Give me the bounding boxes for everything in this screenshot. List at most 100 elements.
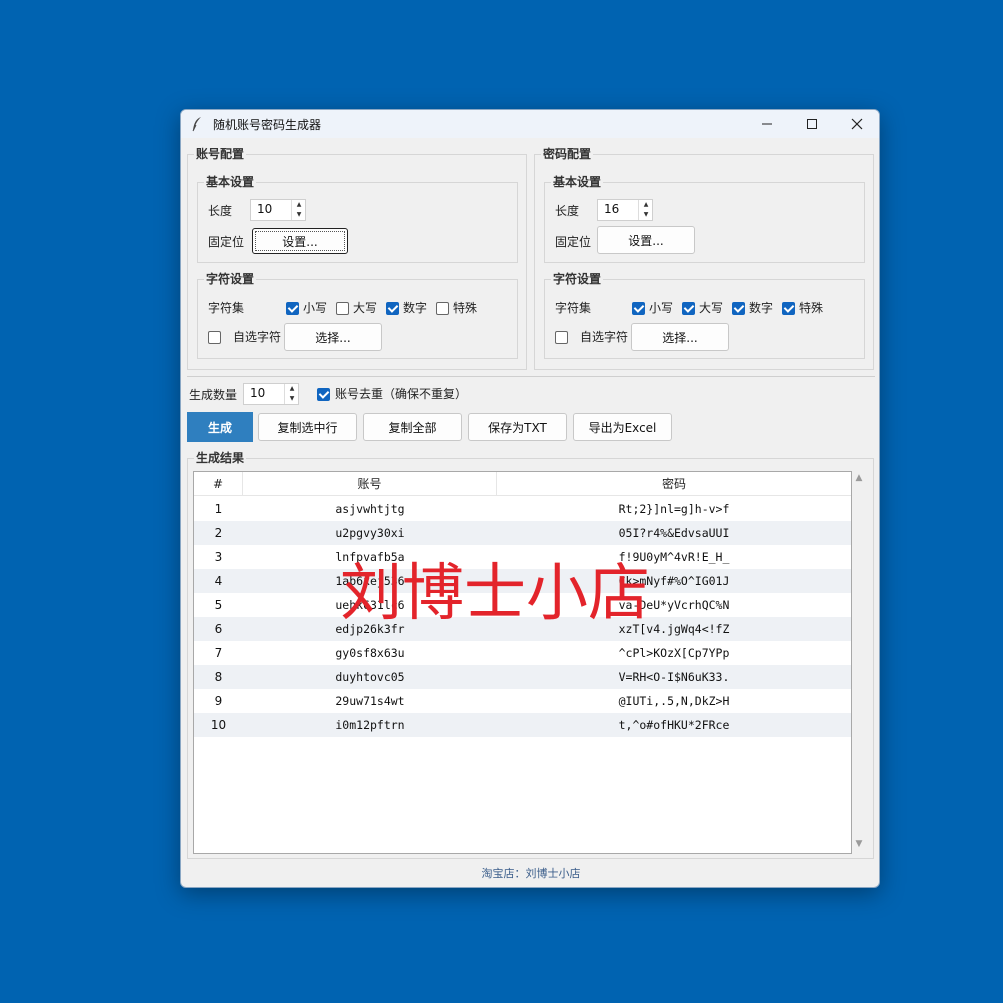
row-index: 7: [214, 646, 223, 660]
account-length-spinbox[interactable]: 10 ▲ ▼: [250, 199, 306, 221]
scroll-down-icon[interactable]: ▼: [854, 839, 864, 849]
table-row[interactable]: 8 duyhtovc05 V=RH<O-I$N6uK33.: [194, 665, 851, 689]
password-basic-group: 基本设置 长度 16 ▲ ▼ 固定位 设置...: [544, 174, 865, 263]
account-custom-label: 自选字符: [233, 330, 282, 344]
scroll-up-icon[interactable]: ▲: [854, 473, 864, 483]
app-window: 随机账号密码生成器 账号配置 基本设置 长度 10 ▲ ▼ 固定位 设置...: [180, 109, 880, 888]
account-lower-checkbox[interactable]: [286, 302, 299, 315]
row-account: 29uw71s4wt: [335, 694, 405, 708]
account-fixed-button[interactable]: 设置...: [252, 228, 348, 254]
copy-selected-button[interactable]: 复制选中行: [258, 413, 357, 441]
password-digit-label: 数字: [749, 301, 774, 315]
password-fixed-button[interactable]: 设置...: [597, 226, 695, 254]
account-choose-button[interactable]: 选择...: [284, 323, 382, 351]
table-row[interactable]: 2 u2pgvy30xi 05I?r4%&EdvsaUUI: [194, 521, 851, 545]
copy-all-button[interactable]: 复制全部: [363, 413, 462, 441]
password-basic-title: 基本设置: [551, 174, 604, 190]
window-title: 随机账号密码生成器: [213, 117, 322, 132]
spin-up-icon[interactable]: ▲: [292, 200, 306, 210]
spin-down-icon[interactable]: ▼: [639, 210, 653, 220]
table-row[interactable]: 1 asjvwhtjtg Rt;2}]nl=g]h-v>f: [194, 497, 851, 521]
spin-down-icon[interactable]: ▼: [292, 210, 306, 220]
row-password: 05I?r4%&EdvsaUUI: [618, 526, 730, 540]
account-special-checkbox[interactable]: [436, 302, 449, 315]
row-index: 4: [214, 574, 223, 588]
account-upper-label: 大写: [353, 301, 378, 315]
close-icon: [851, 118, 863, 130]
row-password: ^cPl>KOzX[Cp7YPp: [618, 646, 730, 660]
spin-up-icon[interactable]: ▲: [285, 384, 299, 394]
save-txt-button[interactable]: 保存为TXT: [468, 413, 567, 441]
account-fixed-label: 固定位: [208, 235, 245, 249]
row-account: asjvwhtjtg: [335, 502, 405, 516]
results-title: 生成结果: [194, 450, 247, 466]
password-special-checkbox[interactable]: [782, 302, 795, 315]
password-config-group: 密码配置 基本设置 长度 16 ▲ ▼ 固定位 设置... 字符设置 字符集 小…: [534, 146, 874, 370]
maximize-button[interactable]: [789, 110, 835, 138]
account-config-title: 账号配置: [194, 146, 247, 162]
password-special-label: 特殊: [799, 301, 824, 315]
title-bar[interactable]: 随机账号密码生成器: [181, 110, 879, 138]
count-label: 生成数量: [189, 388, 238, 402]
password-length-spinbox[interactable]: 16 ▲ ▼: [597, 199, 653, 221]
row-account: duyhtovc05: [335, 670, 405, 684]
account-basic-group: 基本设置 长度 10 ▲ ▼ 固定位 设置...: [197, 174, 518, 263]
table-row[interactable]: 9 29uw71s4wt @IUTi,.5,N,DkZ>H: [194, 689, 851, 713]
password-upper-checkbox[interactable]: [682, 302, 695, 315]
feather-icon: [191, 116, 205, 132]
row-index: 3: [214, 550, 223, 564]
row-index: 8: [214, 670, 223, 684]
password-char-group: 字符设置 字符集 小写 大写 数字 特殊 自选字符 选择...: [544, 271, 865, 359]
password-char-title: 字符设置: [551, 271, 604, 287]
password-choose-button[interactable]: 选择...: [631, 323, 729, 351]
password-length-value: 16: [604, 202, 620, 216]
row-password: V=RH<O-I$N6uK33.: [618, 670, 730, 684]
row-account: gy0sf8x63u: [335, 646, 405, 660]
password-digit-checkbox[interactable]: [732, 302, 745, 315]
generate-button[interactable]: 生成: [187, 412, 253, 442]
account-length-value: 10: [257, 202, 273, 216]
minimize-button[interactable]: [744, 110, 790, 138]
column-header-password[interactable]: 密码: [497, 472, 851, 496]
account-upper-checkbox[interactable]: [336, 302, 349, 315]
account-config-group: 账号配置 基本设置 长度 10 ▲ ▼ 固定位 设置... 字符设置 字符集 小…: [187, 146, 527, 370]
password-length-label: 长度: [555, 204, 580, 218]
password-fixed-label: 固定位: [555, 235, 592, 249]
account-digit-checkbox[interactable]: [386, 302, 399, 315]
account-lower-label: 小写: [303, 301, 328, 315]
row-index: 2: [214, 526, 223, 540]
table-row[interactable]: 7 gy0sf8x63u ^cPl>KOzX[Cp7YPp: [194, 641, 851, 665]
vertical-scrollbar[interactable]: ▲ ▼: [852, 471, 866, 854]
close-button[interactable]: [834, 110, 879, 138]
table-row[interactable]: 10 i0m12pftrn t,^o#ofHKU*2FRce: [194, 713, 851, 737]
password-custom-label: 自选字符: [580, 330, 629, 344]
row-index: 1: [214, 502, 223, 516]
row-password: t,^o#ofHKU*2FRce: [618, 718, 730, 732]
row-account: u2pgvy30xi: [335, 526, 405, 540]
account-custom-checkbox[interactable]: [208, 331, 221, 344]
divider: [187, 376, 875, 377]
password-upper-label: 大写: [699, 301, 724, 315]
account-length-label: 长度: [208, 204, 233, 218]
row-index: 9: [214, 694, 223, 708]
row-index: 6: [214, 622, 223, 636]
dedupe-checkbox[interactable]: [317, 388, 330, 401]
column-header-account[interactable]: 账号: [243, 472, 497, 496]
spin-down-icon[interactable]: ▼: [285, 394, 299, 404]
results-table: # 账号 密码 1 asjvwhtjtg Rt;2}]nl=g]h-v>f 2 u2pg…: [193, 471, 852, 854]
export-excel-button[interactable]: 导出为Excel: [573, 413, 672, 441]
column-header-index[interactable]: #: [194, 472, 243, 496]
table-header: # 账号 密码: [194, 472, 851, 496]
spin-up-icon[interactable]: ▲: [639, 200, 653, 210]
password-config-title: 密码配置: [541, 146, 594, 162]
row-account: i0m12pftrn: [335, 718, 405, 732]
password-charset-label: 字符集: [555, 301, 592, 315]
watermark-text: 刘博士小店: [340, 556, 651, 629]
dedupe-label: 账号去重（确保不重复）: [335, 387, 468, 401]
footer-text: 淘宝店：刘博士小店: [481, 867, 581, 880]
password-lower-checkbox[interactable]: [632, 302, 645, 315]
password-custom-checkbox[interactable]: [555, 331, 568, 344]
account-special-label: 特殊: [453, 301, 478, 315]
maximize-icon: [807, 119, 817, 129]
count-spinbox[interactable]: 10 ▲ ▼: [243, 383, 299, 405]
